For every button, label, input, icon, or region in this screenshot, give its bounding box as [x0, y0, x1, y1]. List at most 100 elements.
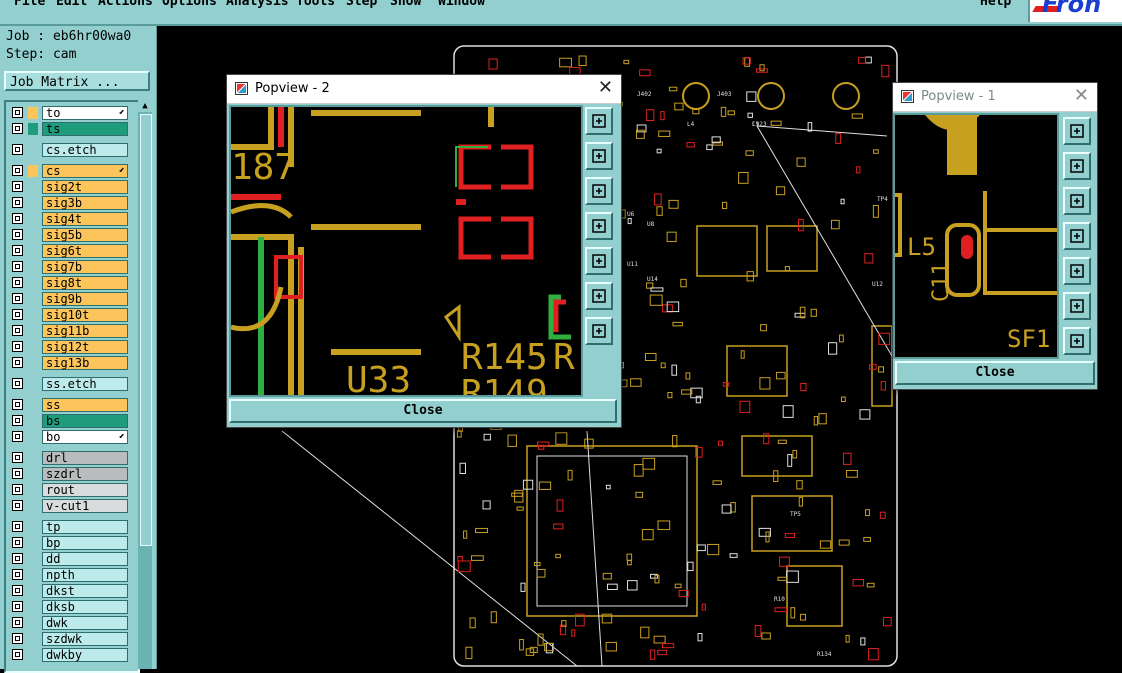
- layer-name-label[interactable]: dd: [42, 552, 128, 566]
- layer-row-dwk[interactable]: dwk: [10, 616, 130, 631]
- layer-name-label[interactable]: sig9b: [42, 292, 128, 306]
- layer-row-dkst[interactable]: dkst: [10, 584, 130, 599]
- zoom-home-icon[interactable]: [585, 107, 613, 135]
- zoom-home-icon[interactable]: [1063, 117, 1091, 145]
- layer-row-ss[interactable]: ss: [10, 398, 130, 413]
- layer-checkbox[interactable]: [12, 431, 23, 442]
- layer-row-ss.etch[interactable]: ss.etch: [10, 377, 130, 392]
- scroll-thumb[interactable]: [140, 114, 152, 546]
- layer-row-dwkby[interactable]: dwkby: [10, 648, 130, 663]
- layer-row-bp[interactable]: bp: [10, 536, 130, 551]
- layer-checkbox[interactable]: [12, 245, 23, 256]
- menu-step[interactable]: Step: [346, 0, 377, 9]
- layer-checkbox[interactable]: [12, 484, 23, 495]
- pan-left-icon[interactable]: [1063, 222, 1091, 250]
- layer-name-label[interactable]: npth: [42, 568, 128, 582]
- menu-actions[interactable]: Actions: [98, 0, 153, 9]
- layer-list-scrollbar[interactable]: ▲: [138, 100, 152, 669]
- layer-row-szdrl[interactable]: szdrl: [10, 467, 130, 482]
- layer-checkbox[interactable]: [12, 601, 23, 612]
- layer-color-swatch[interactable]: [28, 107, 38, 119]
- layer-checkbox[interactable]: [12, 107, 23, 118]
- layer-checkbox[interactable]: [12, 521, 23, 532]
- layer-row-sig9b[interactable]: sig9b: [10, 292, 130, 307]
- layer-checkbox[interactable]: [12, 144, 23, 155]
- layer-checkbox[interactable]: [12, 553, 23, 564]
- layer-row-sig13b[interactable]: sig13b: [10, 356, 130, 371]
- layer-name-label[interactable]: sig8t: [42, 276, 128, 290]
- layer-name-label[interactable]: ts: [42, 122, 128, 136]
- layer-name-label[interactable]: sig10t: [42, 308, 128, 322]
- layer-name-label[interactable]: szdrl: [42, 467, 128, 481]
- layer-row-tp[interactable]: tp: [10, 520, 130, 535]
- layer-row-v-cut1[interactable]: v-cut1: [10, 499, 130, 514]
- layer-name-label[interactable]: sig4t: [42, 212, 128, 226]
- layer-name-label[interactable]: sig6t: [42, 244, 128, 258]
- layer-row-bo[interactable]: bo ⬋: [10, 430, 130, 445]
- pan-down-icon[interactable]: [1063, 187, 1091, 215]
- layer-row-drl[interactable]: drl: [10, 451, 130, 466]
- menu-edit[interactable]: Edit: [56, 0, 87, 9]
- layer-name-label[interactable]: dksb: [42, 600, 128, 614]
- layer-row-sig11b[interactable]: sig11b: [10, 324, 130, 339]
- layer-row-sig10t[interactable]: sig10t: [10, 308, 130, 323]
- zoom-in-icon[interactable]: [585, 282, 613, 310]
- popview-2-titlebar[interactable]: Popview - 2 ✕: [227, 75, 621, 104]
- layer-checkbox[interactable]: [12, 293, 23, 304]
- pan-left-icon[interactable]: [585, 212, 613, 240]
- popview-1-window[interactable]: Popview - 1 ✕ L5 C11 SF1 Close: [892, 82, 1098, 390]
- layer-color-swatch[interactable]: [28, 165, 38, 177]
- layer-checkbox[interactable]: [12, 617, 23, 628]
- layer-checkbox[interactable]: [12, 633, 23, 644]
- menu-file[interactable]: File: [14, 0, 45, 9]
- menu-tools[interactable]: Tools: [296, 0, 335, 9]
- close-icon[interactable]: ✕: [1074, 85, 1089, 106]
- layer-checkbox[interactable]: [12, 261, 23, 272]
- close-icon[interactable]: ✕: [598, 77, 613, 98]
- layer-row-cs.etch[interactable]: cs.etch: [10, 143, 130, 158]
- layer-name-label[interactable]: cs.etch: [42, 143, 128, 157]
- layer-checkbox[interactable]: [12, 378, 23, 389]
- layer-checkbox[interactable]: [12, 569, 23, 580]
- zoom-out-icon[interactable]: [585, 317, 613, 345]
- layer-name-label[interactable]: rout: [42, 483, 128, 497]
- layer-row-sig8t[interactable]: sig8t: [10, 276, 130, 291]
- layer-name-label[interactable]: szdwk: [42, 632, 128, 646]
- layer-row-ts[interactable]: ts: [10, 122, 130, 137]
- layer-name-label[interactable]: dkst: [42, 584, 128, 598]
- layer-name-label[interactable]: ss: [42, 398, 128, 412]
- zoom-in-icon[interactable]: [1063, 292, 1091, 320]
- layer-name-label[interactable]: dwk: [42, 616, 128, 630]
- layer-name-label[interactable]: sig11b: [42, 324, 128, 338]
- layer-checkbox[interactable]: [12, 537, 23, 548]
- layer-row-sig12t[interactable]: sig12t: [10, 340, 130, 355]
- layer-checkbox[interactable]: [12, 309, 23, 320]
- layer-checkbox[interactable]: [12, 213, 23, 224]
- layer-row-dksb[interactable]: dksb: [10, 600, 130, 615]
- popview-2-viewport[interactable]: 187 R145 R U33 R149: [229, 105, 583, 397]
- menu-options[interactable]: Options: [162, 0, 217, 9]
- layer-name-label[interactable]: bs: [42, 414, 128, 428]
- zoom-out-icon[interactable]: [1063, 327, 1091, 355]
- popview-2-close-button[interactable]: Close: [229, 399, 617, 423]
- layer-row-sig3b[interactable]: sig3b: [10, 196, 130, 211]
- layer-row-sig6t[interactable]: sig6t: [10, 244, 130, 259]
- menu-show[interactable]: Show: [390, 0, 421, 9]
- layer-name-label[interactable]: sig5b: [42, 228, 128, 242]
- layer-checkbox[interactable]: [12, 399, 23, 410]
- pan-up-icon[interactable]: [585, 142, 613, 170]
- layer-name-label[interactable]: cs ⬋: [42, 164, 128, 178]
- popview-1-close-button[interactable]: Close: [895, 361, 1095, 385]
- layer-checkbox[interactable]: [12, 197, 23, 208]
- pan-right-icon[interactable]: [585, 247, 613, 275]
- layer-checkbox[interactable]: [12, 277, 23, 288]
- layer-row-sig5b[interactable]: sig5b: [10, 228, 130, 243]
- layer-checkbox[interactable]: [12, 649, 23, 660]
- layer-checkbox[interactable]: [12, 165, 23, 176]
- layer-row-to[interactable]: to ⬋: [10, 106, 130, 121]
- layer-checkbox[interactable]: [12, 468, 23, 479]
- pan-up-icon[interactable]: [1063, 152, 1091, 180]
- layer-checkbox[interactable]: [12, 415, 23, 426]
- job-matrix-button[interactable]: Job Matrix ...: [4, 71, 150, 91]
- layer-row-dd[interactable]: dd: [10, 552, 130, 567]
